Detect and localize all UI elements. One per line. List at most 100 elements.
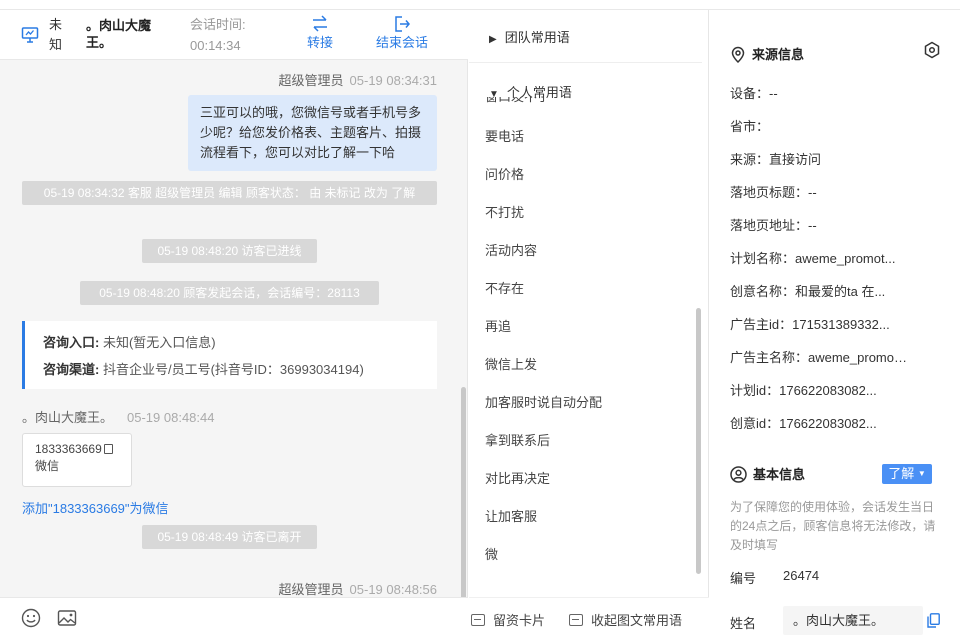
phrase-item[interactable]: 对比再决定 — [469, 460, 702, 498]
transfer-button[interactable]: 转接 — [305, 14, 335, 52]
id-label: 编号 — [730, 571, 757, 586]
session-time-label: 会话时间: — [190, 17, 246, 32]
phrase-item[interactable]: 不存在 — [469, 270, 702, 308]
agent-message-bubble: 三亚可以的哦，您微信号或者手机号多少呢？给您发价格表、主题客片、拍摄流程看下，您… — [188, 95, 437, 171]
visitor-message-time: 05-19 08:48:44 — [127, 410, 215, 425]
info-field-plan-id: 计划id：176622083082... — [730, 383, 877, 398]
phrase-item[interactable]: 让加客服 — [469, 498, 702, 536]
contact-type: 微信 — [35, 459, 60, 473]
card-icon — [471, 614, 485, 626]
info-field-plan-name: 计划名称：aweme_promot... — [730, 251, 896, 266]
phrases-toolbar: 留资卡片 收起图文常用语 — [469, 597, 709, 638]
phrase-list: 要电话 问价格 不打扰 活动内容 不存在 再追 微信上发 加客服时说自动分配 拿… — [469, 118, 702, 574]
visitor-sender: 。肉山大魔王。 — [22, 410, 114, 425]
emoji-icon[interactable] — [21, 608, 41, 628]
collapse-icon — [569, 614, 583, 626]
settings-hex-icon[interactable] — [923, 41, 941, 59]
message-meta: 超级管理员 05-19 08:34:31 — [279, 70, 437, 89]
quick-phrases-panel: ▶团队常用语 窗口发不了 ▼个人常用语 要电话 问价格 不打扰 活动内容 不存在… — [469, 10, 709, 638]
transfer-icon — [313, 15, 327, 32]
visitor-name: 。肉山大魔王。 — [86, 18, 152, 50]
consult-info-card: 咨询入口: 未知(暂无入口信息) 咨询渠道: 抖音企业号/员工号(抖音号ID：3… — [22, 321, 437, 389]
contact-number: 1833363669 — [35, 442, 102, 456]
info-field-creative-name: 创意名称：和最爱的ta 在... — [730, 284, 886, 299]
info-field-advertiser-id: 广告主id：171531389332... — [730, 317, 890, 332]
divider — [469, 62, 702, 63]
add-wechat-link[interactable]: 添加"1833363669"为微信 — [22, 498, 169, 517]
phrase-item[interactable]: 微信上发 — [469, 346, 702, 384]
visitor-message-meta: 。肉山大魔王。 05-19 08:48:44 — [22, 407, 214, 426]
caret-down-icon: ▼ — [917, 469, 926, 478]
channel-label: 咨询渠道: — [43, 362, 100, 377]
chat-header: 未知 。肉山大魔王。 会话时间: 00:14:34 转接 结束会话 — [0, 10, 468, 60]
info-field-creative-id: 创意id：176622083082... — [730, 416, 877, 431]
customer-status-dropdown[interactable]: 了解 ▼ — [882, 464, 932, 484]
phrase-item[interactable]: 加客服时说自动分配 — [469, 384, 702, 422]
system-message: 05-19 08:48:20 顾客发起会话，会话编号：28113 — [80, 281, 379, 305]
user-icon — [730, 466, 747, 483]
message-meta: 超级管理员 05-19 08:48:56 — [279, 579, 437, 597]
info-field-landing-url: 落地页地址：-- — [730, 218, 817, 233]
entry-label: 咨询入口: — [43, 335, 100, 350]
message-sender: 超级管理员 — [278, 582, 344, 597]
location-icon — [731, 46, 745, 64]
message-time: 05-19 08:34:31 — [349, 73, 437, 88]
message-sender: 超级管理员 — [278, 73, 344, 88]
collapse-phrases-button[interactable]: 收起图文常用语 — [569, 610, 682, 629]
message-time: 05-19 08:48:56 — [349, 582, 437, 597]
customer-info-panel: 来源信息 设备：-- 省市： 来源：直接访问 落地页标题：-- 落地页地址：--… — [710, 10, 960, 638]
chat-toolbar — [0, 597, 468, 638]
source-info-label: 来源信息 — [752, 47, 805, 62]
monitor-icon — [21, 27, 39, 43]
phrase-item[interactable]: 微 — [469, 536, 702, 574]
window-top-strip — [0, 0, 960, 10]
edit-notice: 为了保障您的使用体验，会话发生当日的24点之后，顾客信息将无法修改，请及时填写 — [730, 500, 936, 552]
entry-value: 未知(暂无入口信息) — [102, 335, 216, 350]
visitor-status: 未知 — [49, 17, 63, 52]
basic-info-title: 基本信息 — [730, 464, 805, 483]
phrase-item[interactable]: 拿到联系后 — [469, 422, 702, 460]
transfer-label: 转接 — [306, 35, 333, 50]
contact-card: 1833363669 微信 — [22, 433, 132, 487]
copy-icon[interactable] — [927, 613, 940, 628]
name-label: 姓名 — [730, 616, 757, 631]
chat-panel: 未知 。肉山大魔王。 会话时间: 00:14:34 转接 结束会话 超级管理员 0… — [0, 10, 468, 638]
personal-phrases-group[interactable]: ▼ 个人常用语 — [489, 82, 572, 101]
lead-card-label: 留资卡片 — [493, 613, 546, 628]
system-message: 05-19 08:34:32 客服 超级管理员 编辑 顾客状态： 由 未标记 改… — [22, 181, 437, 205]
caret-right-icon: ▶ — [489, 34, 497, 45]
end-chat-label: 结束会话 — [375, 35, 428, 50]
source-info-title: 来源信息 — [730, 44, 805, 64]
chat-messages[interactable]: 超级管理员 05-19 08:34:31 三亚可以的哦，您微信号或者手机号多少呢？… — [0, 60, 468, 597]
info-field-device: 设备：-- — [730, 86, 778, 101]
collapse-phrases-label: 收起图文常用语 — [591, 613, 683, 628]
info-field-region: 省市： — [730, 119, 770, 134]
phrase-item[interactable]: 要电话 — [469, 118, 702, 156]
lead-card-button[interactable]: 留资卡片 — [471, 610, 545, 629]
caret-down-icon: ▼ — [489, 89, 499, 100]
phrase-item[interactable]: 不打扰 — [469, 194, 702, 232]
session-time-value: 00:14:34 — [190, 38, 241, 53]
phrase-item[interactable]: 再追 — [469, 308, 702, 346]
team-phrases-label: 团队常用语 — [504, 30, 570, 45]
name-field[interactable]: 。肉山大魔王。 — [783, 606, 923, 635]
info-field-advertiser-name: 广告主名称：aweme_promot... — [730, 350, 908, 365]
channel-value: 抖音企业号/员工号(抖音号ID：36993034194) — [102, 362, 364, 377]
info-field-landing-title: 落地页标题：-- — [730, 185, 817, 200]
personal-phrases-label: 个人常用语 — [506, 85, 572, 100]
id-value: 26474 — [783, 568, 820, 583]
image-icon[interactable] — [57, 608, 77, 628]
info-field-source: 来源：直接访问 — [730, 152, 822, 167]
copy-icon[interactable] — [103, 444, 113, 454]
end-chat-button[interactable]: 结束会话 — [373, 14, 431, 52]
system-message: 05-19 08:48:49 访客已离开 — [142, 525, 317, 549]
system-message: 05-19 08:48:20 访客已进线 — [142, 239, 317, 263]
basic-info-label: 基本信息 — [753, 467, 806, 482]
phrase-item[interactable]: 活动内容 — [469, 232, 702, 270]
customer-status-value: 了解 — [888, 466, 915, 481]
phrase-item[interactable]: 问价格 — [469, 156, 702, 194]
team-phrases-group[interactable]: ▶ 团队常用语 — [489, 27, 570, 46]
chat-scrollbar[interactable] — [461, 387, 466, 597]
exit-icon — [395, 16, 410, 32]
phrases-scrollbar[interactable] — [696, 308, 701, 574]
